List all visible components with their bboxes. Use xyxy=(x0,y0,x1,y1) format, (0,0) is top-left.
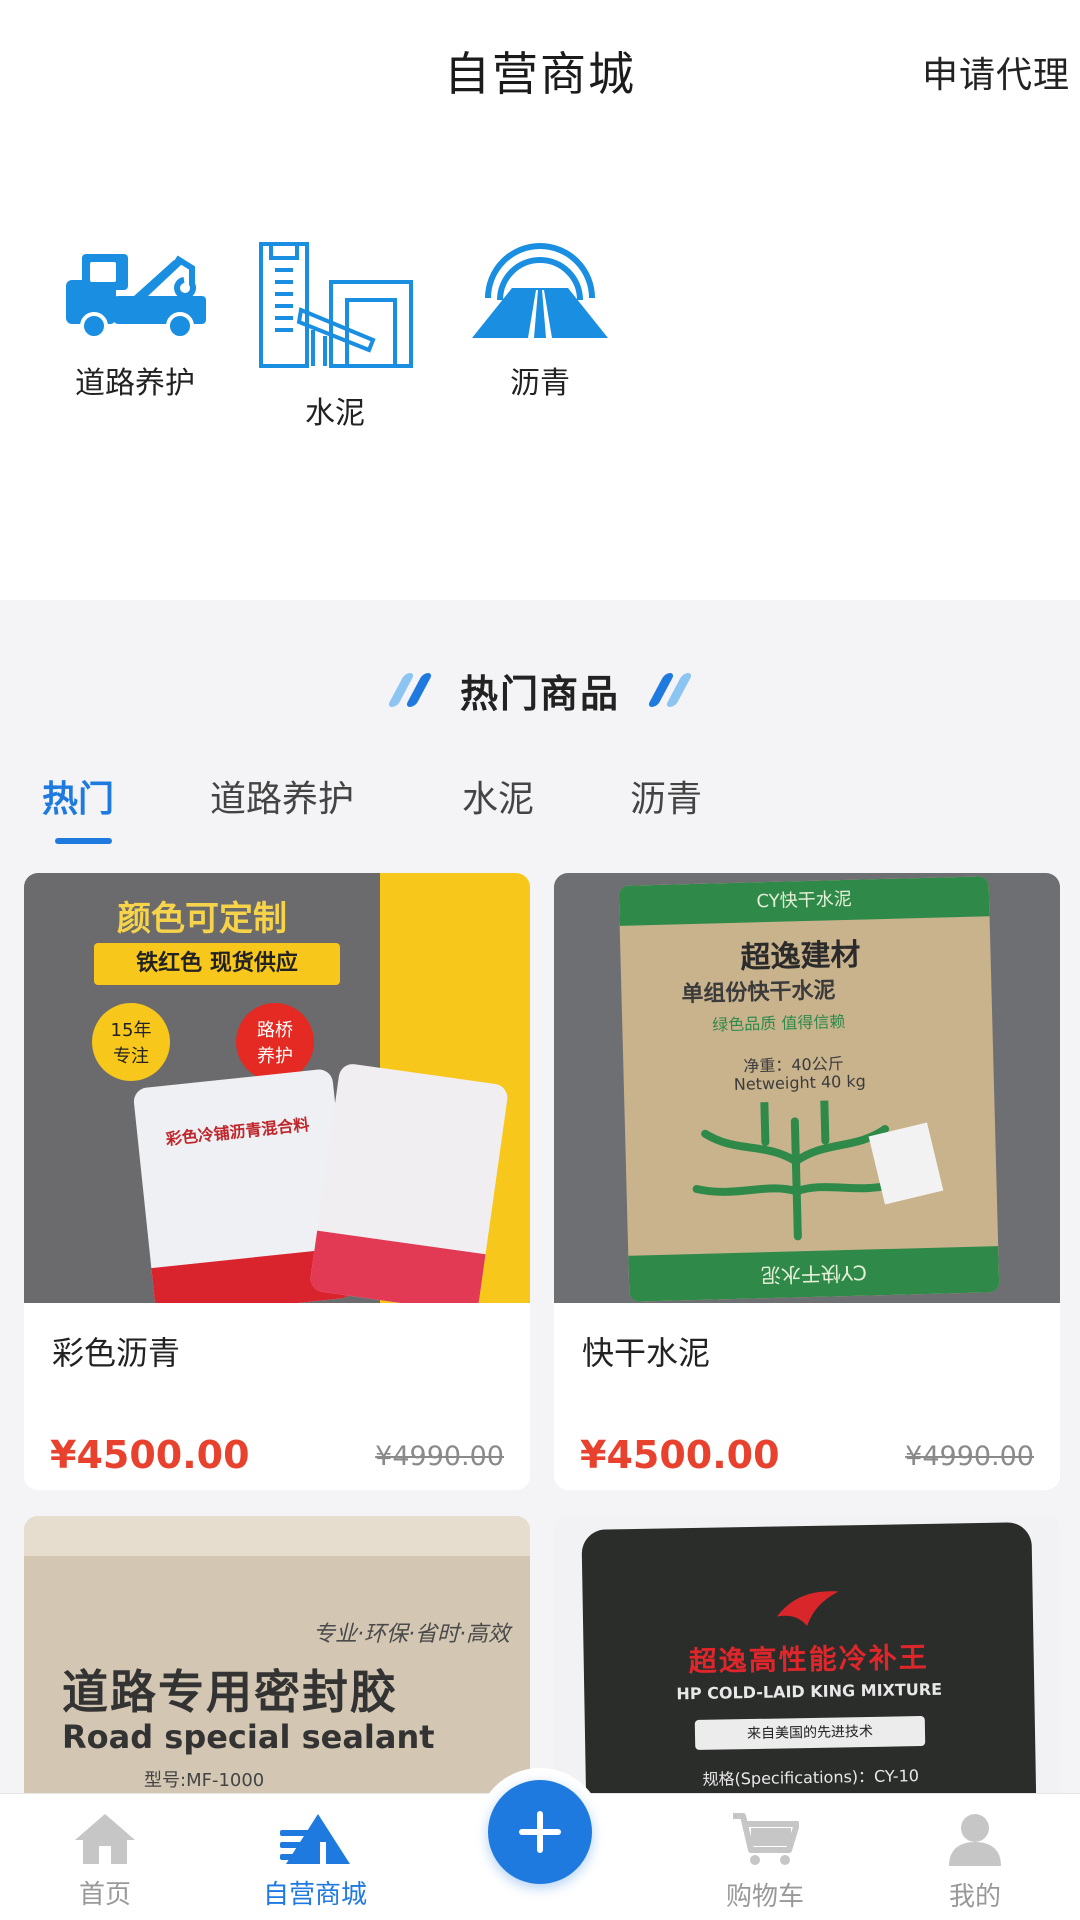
tab-asphalt[interactable]: 沥青 xyxy=(630,770,702,822)
category-cement[interactable]: 水泥 xyxy=(235,240,435,432)
category-label: 道路养护 xyxy=(75,366,195,401)
tow-truck-icon xyxy=(66,254,206,340)
product-image-cold-patch: 超逸高性能冷补王 HP COLD-LAID KING MIXTURE 来自美国的… xyxy=(554,1516,1060,1816)
hot-products-section: 热门商品 热门 道路养护 水泥 沥青 颜色可定制 铁红色 现货供应 15年 专注… xyxy=(0,600,1080,1920)
product-card[interactable]: 超逸高性能冷补王 HP COLD-LAID KING MIXTURE 来自美国的… xyxy=(554,1516,1060,1816)
nav-profile[interactable]: 我的 xyxy=(905,1812,1045,1913)
product-image-colored-asphalt: 颜色可定制 铁红色 现货供应 15年 专注 路桥 养护 彩色冷铺沥青混合料 xyxy=(24,873,530,1303)
category-road-maintenance[interactable]: 道路养护 xyxy=(35,240,235,402)
product-card[interactable]: 颜色可定制 铁红色 现货供应 15年 专注 路桥 养护 彩色冷铺沥青混合料 彩色… xyxy=(24,873,530,1490)
cement-plant-icon xyxy=(259,242,413,368)
add-button[interactable] xyxy=(488,1780,592,1884)
apply-agent-link[interactable]: 申请代理 xyxy=(922,46,1070,98)
slash-decoration-left xyxy=(386,673,434,707)
product-name: 快干水泥 xyxy=(582,1334,711,1372)
product-original-price: ¥4990.00 xyxy=(905,1441,1034,1472)
nav-home[interactable]: 首页 xyxy=(35,1812,175,1911)
image-strip: 铁红色 现货供应 xyxy=(94,943,340,985)
road-tunnel-icon xyxy=(472,243,608,338)
tab-hot[interactable]: 热门 xyxy=(42,770,114,822)
category-label: 水泥 xyxy=(305,396,365,431)
tab-cement[interactable]: 水泥 xyxy=(462,770,534,822)
product-tabs: 热门 道路养护 水泥 沥青 xyxy=(0,760,1080,840)
product-price: ¥4500.00 xyxy=(50,1433,250,1477)
bag-back xyxy=(308,1062,510,1303)
nav-label: 自营商城 xyxy=(262,1880,367,1910)
cement-bag: CY快干水泥 CY快干水泥 超逸建材 单组份快干水泥 绿色品质 值得信赖 净重：… xyxy=(618,876,1000,1302)
active-tab-indicator xyxy=(55,838,112,844)
cold-patch-bag: 超逸高性能冷补王 HP COLD-LAID KING MIXTURE 来自美国的… xyxy=(581,1522,1037,1816)
mall-icon xyxy=(280,1814,350,1864)
nav-label: 购物车 xyxy=(725,1882,804,1912)
product-image-road-sealant: 专业·环保·省时·高效 道路专用密封胶 Road special sealant… xyxy=(24,1516,530,1816)
plus-icon xyxy=(519,1811,561,1853)
image-headline: 颜色可定制 xyxy=(117,899,287,939)
image-badge-right: 路桥 养护 xyxy=(236,1003,314,1081)
section-title: 热门商品 xyxy=(459,671,620,716)
product-name: 彩色沥青 xyxy=(52,1334,181,1372)
product-original-price: ¥4990.00 xyxy=(375,1441,504,1472)
tab-road-maintenance[interactable]: 道路养护 xyxy=(210,770,354,822)
nav-mall[interactable]: 自营商城 xyxy=(245,1812,385,1911)
user-icon xyxy=(949,1814,1001,1866)
home-icon xyxy=(75,1814,135,1864)
product-image-quick-dry-cement: CY快干水泥 CY快干水泥 超逸建材 单组份快干水泥 绿色品质 值得信赖 净重：… xyxy=(554,873,1060,1303)
bird-logo-icon xyxy=(776,1591,839,1627)
image-badge-left: 15年 专注 xyxy=(92,1003,170,1081)
nav-label: 我的 xyxy=(948,1882,1001,1912)
product-card[interactable]: 专业·环保·省时·高效 道路专用密封胶 Road special sealant… xyxy=(24,1516,530,1816)
category-grid: 道路养护 水泥 沥青 xyxy=(0,140,1080,600)
product-card[interactable]: CY快干水泥 CY快干水泥 超逸建材 单组份快干水泥 绿色品质 值得信赖 净重：… xyxy=(554,873,1060,1490)
page-title: 自营商城 xyxy=(444,47,636,101)
category-asphalt[interactable]: 沥青 xyxy=(440,240,640,402)
slash-decoration-right xyxy=(646,673,694,707)
section-heading: 热门商品 xyxy=(0,660,1080,720)
nav-cart[interactable]: 购物车 xyxy=(695,1812,835,1913)
product-price: ¥4500.00 xyxy=(580,1433,780,1477)
category-label: 沥青 xyxy=(510,366,570,401)
mall-page: 自营商城 申请代理 道路养护 水泥 沥青 热门商品 热门 道路养护 水泥 沥青 … xyxy=(0,0,1080,1920)
nav-label: 首页 xyxy=(78,1880,131,1910)
header: 自营商城 申请代理 xyxy=(0,0,1080,140)
cart-icon xyxy=(733,1813,800,1865)
